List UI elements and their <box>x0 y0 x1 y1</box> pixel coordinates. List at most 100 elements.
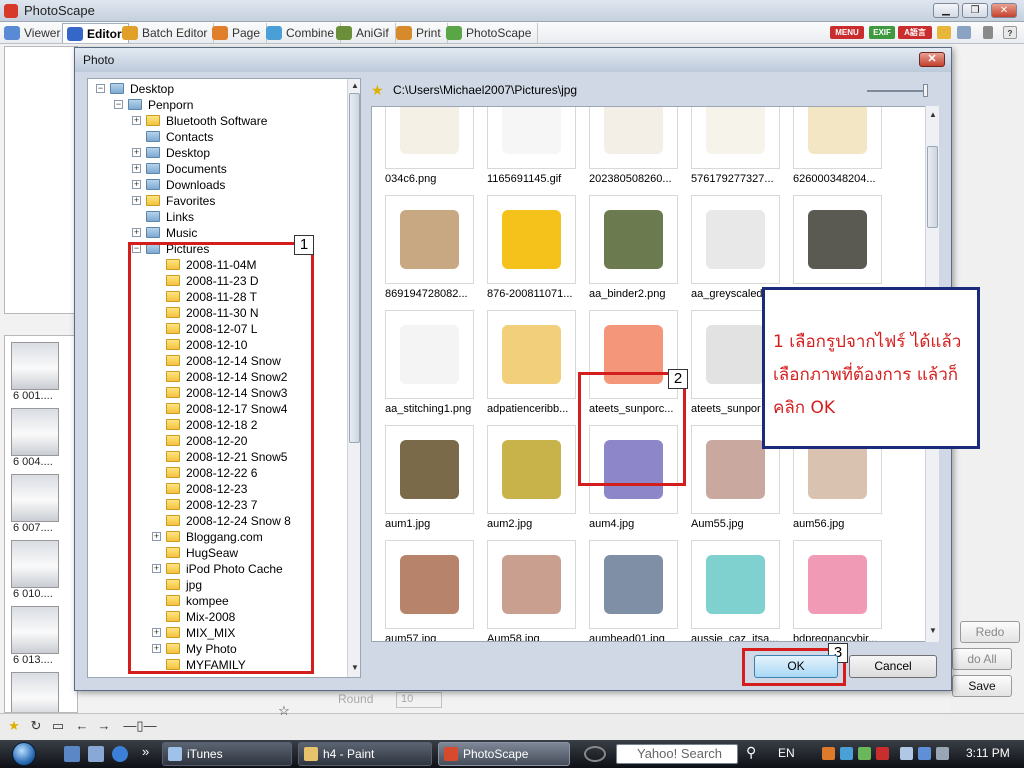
windows-icon[interactable] <box>957 26 971 39</box>
file-thumbnail[interactable]: aa_stitching1.png <box>372 310 474 422</box>
scroll-down-icon[interactable]: ▼ <box>351 663 359 672</box>
tray-itunes-icon[interactable] <box>900 747 913 760</box>
undo-all-button[interactable]: do All <box>952 648 1012 670</box>
file-thumbnail[interactable]: 626000348204... <box>780 107 882 192</box>
scroll-up-icon[interactable]: ▲ <box>351 81 359 90</box>
folder-icon[interactable] <box>937 26 951 39</box>
tab-combine[interactable]: Combine <box>262 23 342 43</box>
menu-button[interactable]: MENU <box>830 26 864 39</box>
tools-icon[interactable] <box>983 26 993 39</box>
favorite-star-icon[interactable]: ★ <box>371 82 384 99</box>
tray-volume-icon[interactable] <box>936 747 949 760</box>
file-name: aum4.jpg <box>589 518 635 530</box>
forward-arrow-icon[interactable]: → <box>96 719 112 733</box>
file-name: 202380508260... <box>589 173 672 185</box>
thumbnail-picture <box>706 325 765 384</box>
file-thumbnail[interactable]: aussie_caz_itsa... <box>678 540 780 641</box>
thumbnail-size-slider[interactable]: —▯— <box>120 719 160 733</box>
quick-launch-more-icon[interactable]: » <box>142 744 149 759</box>
back-arrow-icon[interactable]: ← <box>74 719 90 733</box>
file-name: aa_stitching1.png <box>385 403 472 415</box>
file-thumbnail[interactable]: 876-200811071... <box>474 195 576 307</box>
zoom-slider-knob[interactable] <box>923 84 928 97</box>
tree-node-label: Documents <box>166 162 227 176</box>
cancel-button[interactable]: Cancel <box>849 655 937 678</box>
file-thumbnail[interactable]: 869194728082... <box>372 195 474 307</box>
file-thumbnail[interactable]: aa_binder2.png <box>576 195 678 307</box>
close-button[interactable]: ✕ <box>991 3 1017 18</box>
file-thumbnail[interactable]: 1165691145.gif <box>474 107 576 192</box>
redo-button[interactable]: Redo <box>960 621 1020 643</box>
language-button[interactable]: A語言 <box>898 26 932 39</box>
search-icon[interactable]: ⚲ <box>746 744 756 761</box>
tab-page[interactable]: Page <box>208 23 268 43</box>
file-thumbnail[interactable]: Aum58.jpg <box>474 540 576 641</box>
grid-scroll-thumb[interactable] <box>927 146 938 228</box>
file-thumbnail[interactable]: aum2.jpg <box>474 425 576 537</box>
expand-icon[interactable]: + <box>132 196 141 205</box>
tree-scrollbar[interactable]: ▲ ▼ <box>347 79 360 677</box>
thumbnail-image[interactable] <box>11 672 59 712</box>
scroll-up-icon[interactable]: ▲ <box>929 110 937 119</box>
tab-photoscape[interactable]: PhotoScape <box>442 23 539 43</box>
dialog-close-button[interactable]: ✕ <box>919 52 945 67</box>
tab-viewer[interactable]: Viewer <box>0 23 68 43</box>
ok-button[interactable]: OK <box>754 655 838 678</box>
collapse-icon[interactable]: − <box>96 84 105 93</box>
tray-display-icon[interactable] <box>918 747 931 760</box>
thumbnail-image[interactable] <box>11 342 59 390</box>
thumbnail-picture <box>502 555 561 614</box>
minimize-button[interactable]: ▁ <box>933 3 959 18</box>
switch-windows-icon[interactable] <box>88 746 104 762</box>
tree-node-label: Desktop <box>130 82 175 96</box>
collapse-icon[interactable]: − <box>114 100 123 109</box>
internet-explorer-icon[interactable] <box>112 746 128 762</box>
thumbnail-image[interactable] <box>11 540 59 588</box>
yahoo-search-box[interactable]: Yahoo! Search <box>616 744 738 764</box>
file-thumbnail[interactable]: adpatienceribb... <box>474 310 576 422</box>
file-thumbnail[interactable]: 034c6.png <box>372 107 474 192</box>
show-desktop-icon[interactable] <box>64 746 80 762</box>
thumbnail-zoom-slider[interactable] <box>867 90 925 92</box>
scroll-down-icon[interactable]: ▼ <box>929 626 937 635</box>
file-thumbnail[interactable]: aum57.jpg <box>372 540 474 641</box>
help-icon[interactable]: ? <box>1003 26 1017 39</box>
language-indicator[interactable]: EN <box>778 746 795 760</box>
round-value-field[interactable]: 10 <box>396 692 442 708</box>
tray-security-icon[interactable] <box>876 747 889 760</box>
save-button[interactable]: Save <box>952 675 1012 697</box>
taskbar-item-paint[interactable]: h4 - Paint <box>298 742 432 766</box>
thumbnail-image[interactable] <box>11 408 59 456</box>
thumbnail-image[interactable] <box>11 606 59 654</box>
file-thumbnail[interactable]: aum1.jpg <box>372 425 474 537</box>
expand-icon[interactable]: + <box>132 228 141 237</box>
taskbar-item-itunes[interactable]: iTunes <box>162 742 292 766</box>
expand-icon[interactable]: + <box>132 164 141 173</box>
exif-button[interactable]: EXIF <box>869 26 895 39</box>
tray-app-icon[interactable] <box>822 747 835 760</box>
favorite-star-icon[interactable]: ★ <box>6 719 22 733</box>
tray-messenger-icon[interactable] <box>858 747 871 760</box>
file-thumbnail[interactable]: 202380508260... <box>576 107 678 192</box>
tree-node-label: Favorites <box>166 194 216 208</box>
folder-icon <box>146 211 160 222</box>
file-thumbnail[interactable]: aumhead01.jpg <box>576 540 678 641</box>
file-thumbnail[interactable]: bdpregnancybir... <box>780 540 882 641</box>
expand-icon[interactable]: + <box>132 148 141 157</box>
start-button[interactable] <box>4 740 48 768</box>
open-folder-icon[interactable]: ▭ <box>50 719 66 733</box>
star-tool-icon[interactable]: ☆ <box>276 704 292 718</box>
maximize-button[interactable]: ❐ <box>962 3 988 18</box>
file-name: Aum58.jpg <box>487 633 540 642</box>
taskbar-item-photoscape[interactable]: PhotoScape <box>438 742 570 766</box>
tray-network-icon[interactable] <box>840 747 853 760</box>
expand-icon[interactable]: + <box>132 116 141 125</box>
tab-anigif[interactable]: AniGif <box>332 23 396 43</box>
expand-icon[interactable]: + <box>132 180 141 189</box>
tab-batch-editor[interactable]: Batch Editor <box>118 23 215 43</box>
tab-print[interactable]: Print <box>392 23 448 43</box>
tree-scroll-thumb[interactable] <box>349 93 360 443</box>
thumbnail-image[interactable] <box>11 474 59 522</box>
file-thumbnail[interactable]: 576179277327... <box>678 107 780 192</box>
rotate-icon[interactable]: ↻ <box>28 719 44 733</box>
